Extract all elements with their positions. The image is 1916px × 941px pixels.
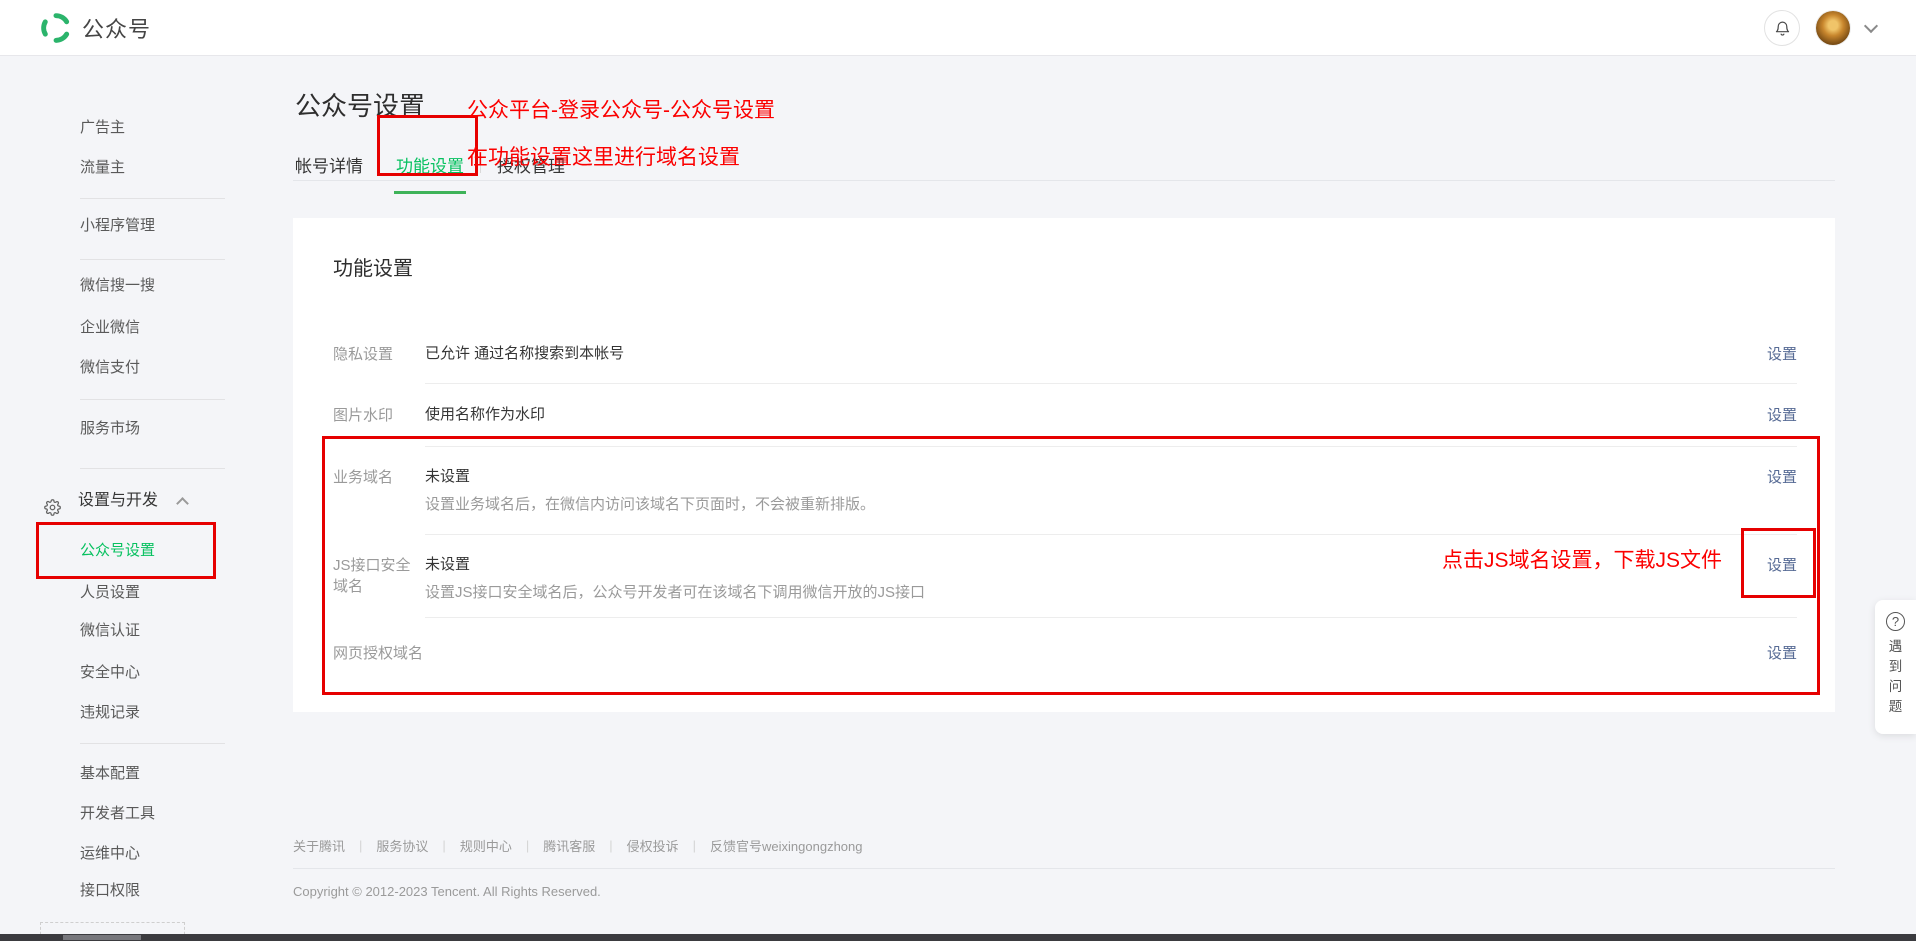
sidebar-divider: [80, 259, 225, 260]
settings-link[interactable]: 设置: [1767, 557, 1797, 574]
sidebar-item[interactable]: 开发者工具: [0, 794, 250, 834]
footer-link[interactable]: 关于腾讯: [293, 836, 345, 855]
row-description: 设置业务域名后，在微信内访问该域名下页面时，不会被重新排版。: [425, 494, 875, 516]
function-settings-panel: 功能设置 隐私设置已允许 通过名称搜索到本帐号设置图片水印使用名称作为水印设置业…: [293, 218, 1835, 712]
settings-row: 图片水印使用名称作为水印 设置: [293, 384, 1835, 447]
row-description: 设置JS接口安全域名后，公众号开发者可在该域名下调用微信开放的JS接口: [425, 582, 925, 604]
tab-1[interactable]: 帐号详情: [293, 152, 365, 177]
footer-link-separator: |: [359, 838, 362, 853]
row-label: 图片水印: [333, 384, 425, 447]
sidebar-item[interactable]: 人员设置: [0, 573, 250, 613]
sidebar-item[interactable]: 基本配置: [0, 754, 250, 794]
sidebar-item[interactable]: 企业微信: [0, 308, 250, 348]
help-label-char: 问: [1889, 677, 1903, 697]
settings-rows: 隐私设置已允许 通过名称搜索到本帐号设置图片水印使用名称作为水印设置业务域名未设…: [293, 324, 1835, 706]
row-label: 隐私设置: [333, 324, 425, 384]
row-value: 未设置设置JS接口安全域名后，公众号开发者可在该域名下调用微信开放的JS接口: [425, 535, 925, 617]
page-title: 公众号设置: [295, 86, 425, 123]
annotation-js: 点击JS域名设置，下载JS文件: [1442, 544, 1722, 574]
settings-row: 网页授权域名 设置: [293, 618, 1835, 706]
row-label: JS接口安全域名: [333, 535, 425, 618]
top-bar: 公众号: [0, 0, 1916, 56]
sidebar-item[interactable]: 运维中心: [0, 834, 250, 874]
horizontal-scrollbar[interactable]: [0, 934, 1916, 941]
sidebar-divider: [80, 399, 225, 400]
help-label-char: 遇: [1889, 637, 1903, 657]
sidebar-item[interactable]: 微信搜一搜: [0, 266, 250, 306]
sidebar-item[interactable]: 小程序管理: [0, 206, 250, 246]
sidebar-item[interactable]: 广告主: [0, 108, 250, 148]
gear-icon: [44, 492, 61, 532]
help-widget[interactable]: ? 遇到问题: [1875, 600, 1916, 734]
official-account-logo-icon: [40, 12, 72, 44]
scrollbar-thumb[interactable]: [63, 935, 141, 940]
settings-row: 隐私设置已允许 通过名称搜索到本帐号 设置: [293, 324, 1835, 384]
sidebar-item[interactable]: 微信支付: [0, 348, 250, 388]
chevron-down-icon[interactable]: [1864, 19, 1878, 33]
footer-link[interactable]: 规则中心: [460, 836, 512, 855]
sidebar-item[interactable]: 微信认证: [0, 611, 250, 651]
footer-link-separator: |: [526, 838, 529, 853]
row-label: 业务域名: [333, 447, 425, 535]
chevron-up-icon: [176, 497, 189, 510]
footer-link[interactable]: 侵权投诉: [627, 836, 679, 855]
panel-heading: 功能设置: [293, 218, 1835, 281]
footer-link[interactable]: 反馈官号weixingongzhong: [710, 836, 862, 855]
footer-link-separator: |: [609, 838, 612, 853]
sidebar: 广告主流量主小程序管理微信搜一搜企业微信微信支付服务市场设置与开发公众号设置人员…: [0, 56, 250, 935]
footer: 关于腾讯 | 服务协议 | 规则中心 | 腾讯客服 | 侵权投诉 | 反馈官号weixingongz…: [293, 836, 1835, 899]
annotation-path: 公众平台-登录公众号-公众号设置: [467, 94, 775, 124]
main-content: 公众号设置 公众平台-登录公众号-公众号设置 帐号详情功能设置授权管理 在功能设…: [250, 56, 1916, 935]
help-label: 遇到问题: [1889, 637, 1903, 717]
avatar[interactable]: [1816, 11, 1850, 45]
sidebar-item[interactable]: 安全中心: [0, 653, 250, 693]
sidebar-item[interactable]: 服务市场: [0, 409, 250, 449]
bell-icon: [1774, 20, 1791, 37]
footer-link-separator: |: [442, 838, 445, 853]
question-icon: ?: [1886, 612, 1905, 631]
footer-link[interactable]: 服务协议: [376, 836, 428, 855]
tab-separator: [379, 156, 380, 173]
help-label-char: 到: [1889, 657, 1903, 677]
row-label: 网页授权域名: [333, 618, 425, 706]
sidebar-divider: [80, 743, 225, 744]
tab-bottom-divider: [293, 180, 1835, 181]
settings-link[interactable]: 设置: [1767, 407, 1797, 424]
help-label-char: 题: [1889, 697, 1903, 717]
footer-links: 关于腾讯 | 服务协议 | 规则中心 | 腾讯客服 | 侵权投诉 | 反馈官号weixingongz…: [293, 836, 1835, 855]
brand: 公众号: [40, 12, 151, 44]
row-value: 未设置设置业务域名后，在微信内访问该域名下页面时，不会被重新排版。: [425, 447, 875, 534]
settings-row: 业务域名未设置设置业务域名后，在微信内访问该域名下页面时，不会被重新排版。 设置: [293, 447, 1835, 535]
row-value: 已允许 通过名称搜索到本帐号: [425, 324, 624, 383]
sidebar-section-settings-dev[interactable]: 设置与开发: [0, 481, 250, 521]
annotation-tab: 在功能设置这里进行域名设置: [467, 141, 740, 171]
footer-link[interactable]: 腾讯客服: [543, 836, 595, 855]
sidebar-item[interactable]: 流量主: [0, 148, 250, 188]
sidebar-item[interactable]: 违规记录: [0, 693, 250, 733]
sidebar-item[interactable]: 公众号设置: [0, 531, 250, 571]
settings-link[interactable]: 设置: [1767, 346, 1797, 363]
sidebar-item[interactable]: 接口权限: [0, 871, 250, 911]
sidebar-divider: [80, 468, 225, 469]
footer-divider: [293, 868, 1835, 869]
settings-link[interactable]: 设置: [1767, 645, 1797, 662]
active-tab-underline: [394, 191, 466, 194]
settings-link[interactable]: 设置: [1767, 469, 1797, 486]
sidebar-divider: [80, 198, 225, 199]
row-value: 使用名称作为水印: [425, 384, 545, 446]
brand-name: 公众号: [82, 12, 151, 44]
footer-link-separator: |: [693, 838, 696, 853]
sidebar-section-label: 设置与开发: [78, 492, 158, 509]
notifications-button[interactable]: [1764, 10, 1800, 46]
copyright: Copyright © 2012-2023 Tencent. All Right…: [293, 884, 1835, 899]
tab-2[interactable]: 功能设置: [394, 152, 466, 177]
